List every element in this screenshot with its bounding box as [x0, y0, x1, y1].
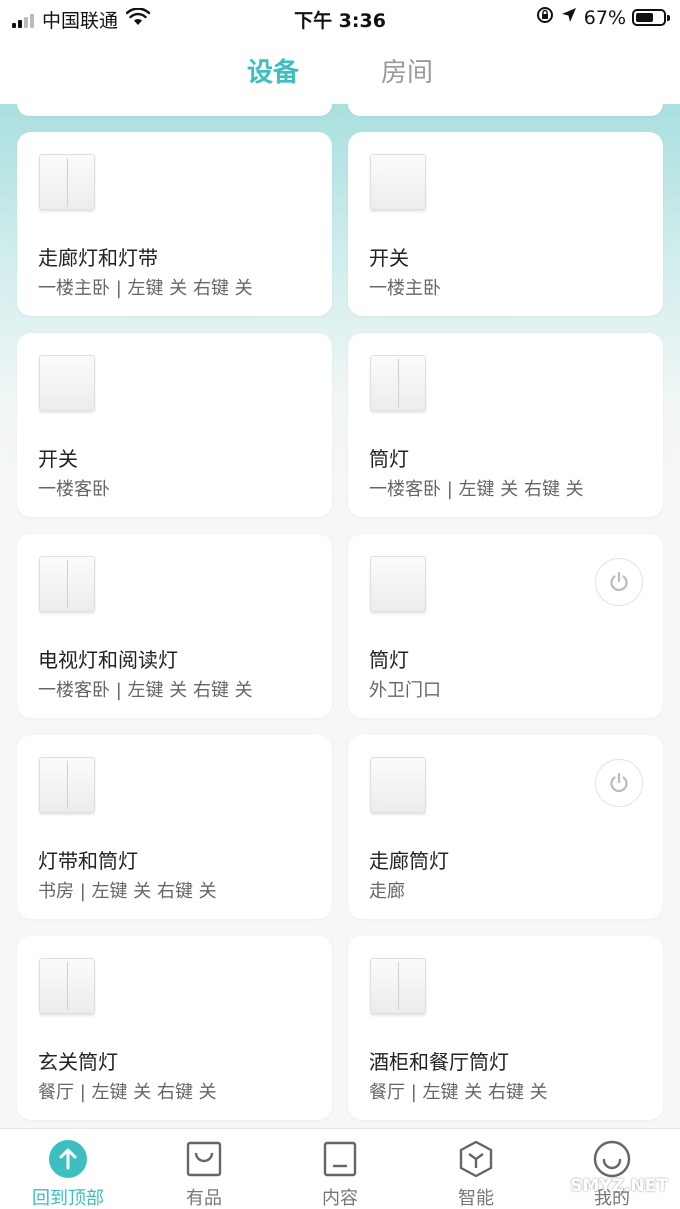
nav-label: 智能	[458, 1188, 494, 1209]
nav-smart[interactable]: 智能	[408, 1129, 544, 1209]
double-switch-icon	[370, 958, 426, 1014]
device-card-partial[interactable]	[348, 104, 663, 116]
device-status: 一楼客卧	[38, 479, 110, 500]
device-name: 筒灯	[369, 447, 409, 471]
single-switch-icon	[370, 154, 426, 210]
single-switch-icon	[370, 556, 426, 612]
device-name: 开关	[369, 246, 409, 270]
device-status: 书房 | 左键 关 右键 关	[38, 881, 217, 902]
device-name: 筒灯	[369, 648, 409, 672]
device-status: 一楼客卧 | 左键 关 右键 关	[369, 479, 584, 500]
tab-rooms[interactable]: 房间	[381, 52, 433, 89]
device-name: 走廊灯和灯带	[38, 246, 158, 270]
smile-icon	[593, 1140, 631, 1178]
device-status: 餐厅 | 左键 关 右键 关	[38, 1082, 217, 1103]
nav-label: 内容	[322, 1188, 358, 1209]
device-status: 一楼主卧 | 左键 关 右键 关	[38, 278, 253, 299]
double-switch-icon	[39, 757, 95, 813]
device-status: 走廊	[369, 881, 405, 902]
device-name: 灯带和筒灯	[38, 849, 138, 873]
device-card[interactable]: 灯带和筒灯 书房 | 左键 关 右键 关	[17, 735, 332, 919]
device-card[interactable]: 开关 一楼客卧	[17, 333, 332, 517]
power-icon	[610, 571, 628, 592]
device-name: 开关	[38, 447, 78, 471]
device-card[interactable]: 筒灯 一楼客卧 | 左键 关 右键 关	[348, 333, 663, 517]
power-icon	[610, 772, 628, 793]
nav-label: 回到顶部	[32, 1188, 104, 1209]
nav-content[interactable]: 内容	[272, 1129, 408, 1209]
double-switch-icon	[39, 556, 95, 612]
battery-percentage: 67%	[583, 6, 626, 29]
top-tab-bar: 设备 房间	[0, 36, 680, 104]
battery-icon	[632, 9, 670, 26]
nav-back-to-top[interactable]: 回到顶部	[0, 1129, 136, 1209]
device-status: 一楼主卧	[369, 278, 441, 299]
device-card[interactable]: 走廊灯和灯带 一楼主卧 | 左键 关 右键 关	[17, 132, 332, 316]
single-switch-icon	[39, 355, 95, 411]
device-card[interactable]: 走廊筒灯 走廊	[348, 735, 663, 919]
location-icon	[560, 6, 578, 29]
device-card-partial[interactable]	[17, 104, 332, 116]
nav-label: 有品	[186, 1188, 222, 1209]
device-card[interactable]: 开关 一楼主卧	[348, 132, 663, 316]
shopping-bag-icon	[186, 1141, 222, 1177]
watermark: SMYZ.NET	[570, 1176, 668, 1196]
device-card[interactable]: 玄关筒灯 餐厅 | 左键 关 右键 关	[17, 936, 332, 1120]
tab-devices[interactable]: 设备	[247, 52, 299, 89]
double-switch-icon	[39, 958, 95, 1014]
double-switch-icon	[370, 355, 426, 411]
device-status: 外卫门口	[369, 680, 441, 701]
single-switch-icon	[370, 757, 426, 813]
device-card[interactable]: 筒灯 外卫门口	[348, 534, 663, 718]
nav-mine[interactable]: 我的	[544, 1129, 680, 1209]
rotation-lock-icon	[536, 6, 554, 29]
status-bar: 中国联通 下午 3:36 67%	[0, 0, 680, 36]
device-card[interactable]: 酒柜和餐厅筒灯 餐厅 | 左键 关 右键 关	[348, 936, 663, 1120]
device-name: 酒柜和餐厅筒灯	[369, 1050, 509, 1074]
content-icon	[323, 1141, 357, 1177]
double-switch-icon	[39, 154, 95, 210]
bottom-nav: 回到顶部 有品 内容 智能 我的	[0, 1128, 680, 1209]
nav-youpin[interactable]: 有品	[136, 1129, 272, 1209]
device-name: 电视灯和阅读灯	[38, 648, 178, 672]
cube-icon	[459, 1140, 493, 1178]
device-status: 餐厅 | 左键 关 右键 关	[369, 1082, 548, 1103]
device-status: 一楼客卧 | 左键 关 右键 关	[38, 680, 253, 701]
device-name: 走廊筒灯	[369, 849, 449, 873]
device-card[interactable]: 电视灯和阅读灯 一楼客卧 | 左键 关 右键 关	[17, 534, 332, 718]
device-name: 玄关筒灯	[38, 1050, 118, 1074]
arrow-up-circle-icon	[49, 1140, 87, 1178]
power-button[interactable]	[595, 759, 643, 807]
power-button[interactable]	[595, 558, 643, 606]
